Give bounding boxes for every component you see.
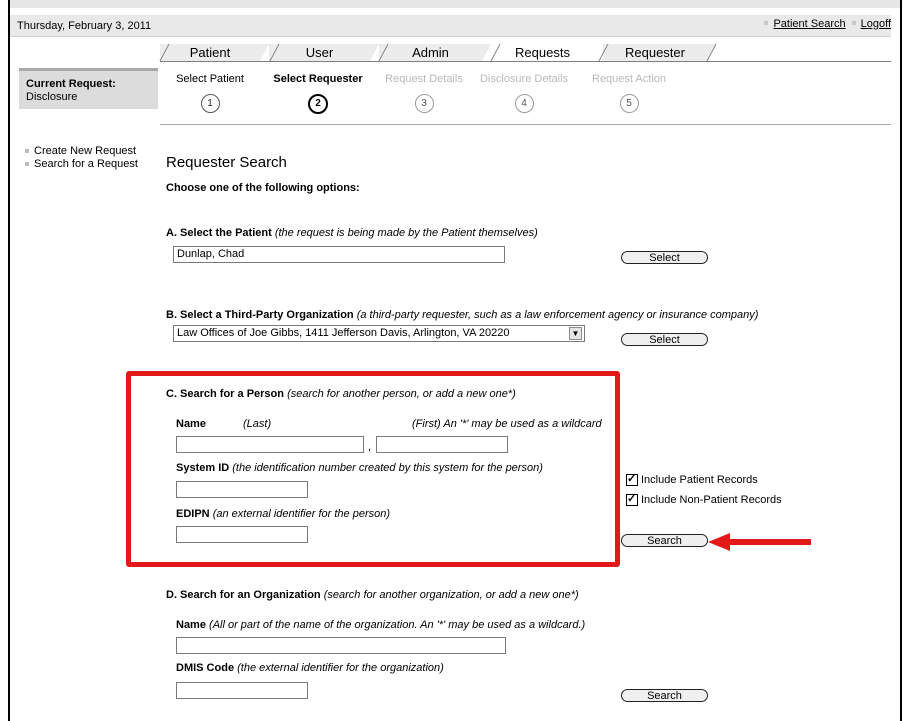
checkbox-checked-icon[interactable] [626,472,638,487]
select-patient-button[interactable]: Select [621,251,708,264]
section-d-title: D. Search for an Organization [166,589,321,601]
header-bar: Thursday, February 3, 2011 Patient Searc… [10,15,891,37]
include-non-patient-checkbox[interactable]: Include Non-Patient Records [626,492,782,507]
current-request-panel: Current Request: Disclosure [19,68,158,109]
step-label: Request Action [592,73,666,85]
tab-admin[interactable]: Admin [379,44,491,61]
nav-label: Search for a Request [34,158,138,170]
bullet-icon [25,149,29,154]
bullet-icon [764,21,769,26]
wizard-steps: Select Patient 1 Select Requester 2 Requ… [160,62,891,125]
header-links: Patient Search Logoff [758,18,891,30]
step-request-details: Request Details 3 [374,73,474,113]
section-d-note: (search for another organization, or add… [323,589,579,601]
nav-label: Create New Request [34,145,137,157]
current-date: Thursday, February 3, 2011 [17,20,152,32]
step-select-patient[interactable]: Select Patient 1 [160,73,260,113]
instructions: Choose one of the following options: [166,182,360,194]
tab-requester[interactable]: Requester [603,44,716,61]
logoff-link[interactable]: Logoff [861,18,891,30]
step-label: Disclosure Details [479,73,569,85]
nav-create-request[interactable]: Create New Request [25,145,138,157]
organization-select[interactable]: Law Offices of Joe Gibbs, 1411 Jefferson… [173,325,585,342]
section-b-heading: B. Select a Third-Party Organization (a … [166,309,758,321]
step-number-icon: 1 [200,94,220,113]
tab-label: Requests [515,45,570,60]
highlight-box [126,371,620,567]
step-select-requester[interactable]: Select Requester 2 [268,73,368,114]
select-organization-button[interactable]: Select [621,333,708,346]
section-a-title: A. Select the Patient [166,227,272,239]
tab-label: User [305,45,334,60]
dmis-note: (the external identifier for the organiz… [237,662,444,674]
patient-name-field[interactable]: Dunlap, Chad [173,246,505,263]
dmis-label: DMIS Code [176,662,235,674]
step-number-icon: 4 [514,94,534,113]
dmis-heading: DMIS Code (the external identifier for t… [176,662,444,674]
include-non-patient-label: Include Non-Patient Records [641,494,782,506]
page-title: Requester Search [166,154,287,171]
bullet-icon [25,162,29,167]
step-label: Request Details [385,73,463,85]
tab-requests[interactable]: Requests [491,44,603,61]
left-nav: Create New Request Search for a Request [25,145,138,171]
section-a-heading: A. Select the Patient (the request is be… [166,227,538,239]
current-request-title: Current Request: [26,78,116,90]
search-organization-button[interactable]: Search [621,689,708,702]
dmis-code-input[interactable] [176,682,308,699]
step-request-action: Request Action 5 [579,73,679,113]
highlight-arrow-icon [708,533,811,551]
include-patient-label: Include Patient Records [641,474,758,486]
checkbox-checked-icon[interactable] [626,492,638,507]
org-name-label: Name [176,619,206,631]
step-label: Select Patient [176,73,244,85]
bullet-icon [851,21,856,26]
org-name-input[interactable] [176,637,506,654]
patient-search-link[interactable]: Patient Search [773,18,845,30]
step-label: Select Requester [273,73,363,85]
search-person-button[interactable]: Search [621,534,708,547]
section-d-heading: D. Search for an Organization (search fo… [166,589,579,601]
main-tabs: Patient User Admin Requests Requester [160,44,730,61]
org-name-note: (All or part of the name of the organiza… [209,619,586,631]
tab-label: Admin [412,45,449,60]
dropdown-arrow-icon[interactable]: ▼ [569,327,582,340]
current-request-value: Disclosure [26,91,78,103]
include-patient-checkbox[interactable]: Include Patient Records [626,472,758,487]
section-a-note: (the request is being made by the Patien… [274,227,538,239]
step-number-icon: 2 [308,94,328,114]
tab-user[interactable]: User [269,44,379,61]
org-name-heading: Name (All or part of the name of the org… [176,619,585,631]
tab-label: Requester [625,45,685,60]
step-number-icon: 5 [619,94,639,113]
step-disclosure-details: Disclosure Details 4 [474,73,574,113]
organization-select-value: Law Offices of Joe Gibbs, 1411 Jefferson… [177,327,510,339]
section-b-title: B. Select a Third-Party Organization [166,309,354,321]
tab-patient[interactable]: Patient [160,44,269,61]
section-b-note: (a third-party requester, such as a law … [356,309,759,321]
tab-label: Patient [189,45,231,60]
step-number-icon: 3 [414,94,434,113]
nav-search-request[interactable]: Search for a Request [25,158,138,170]
